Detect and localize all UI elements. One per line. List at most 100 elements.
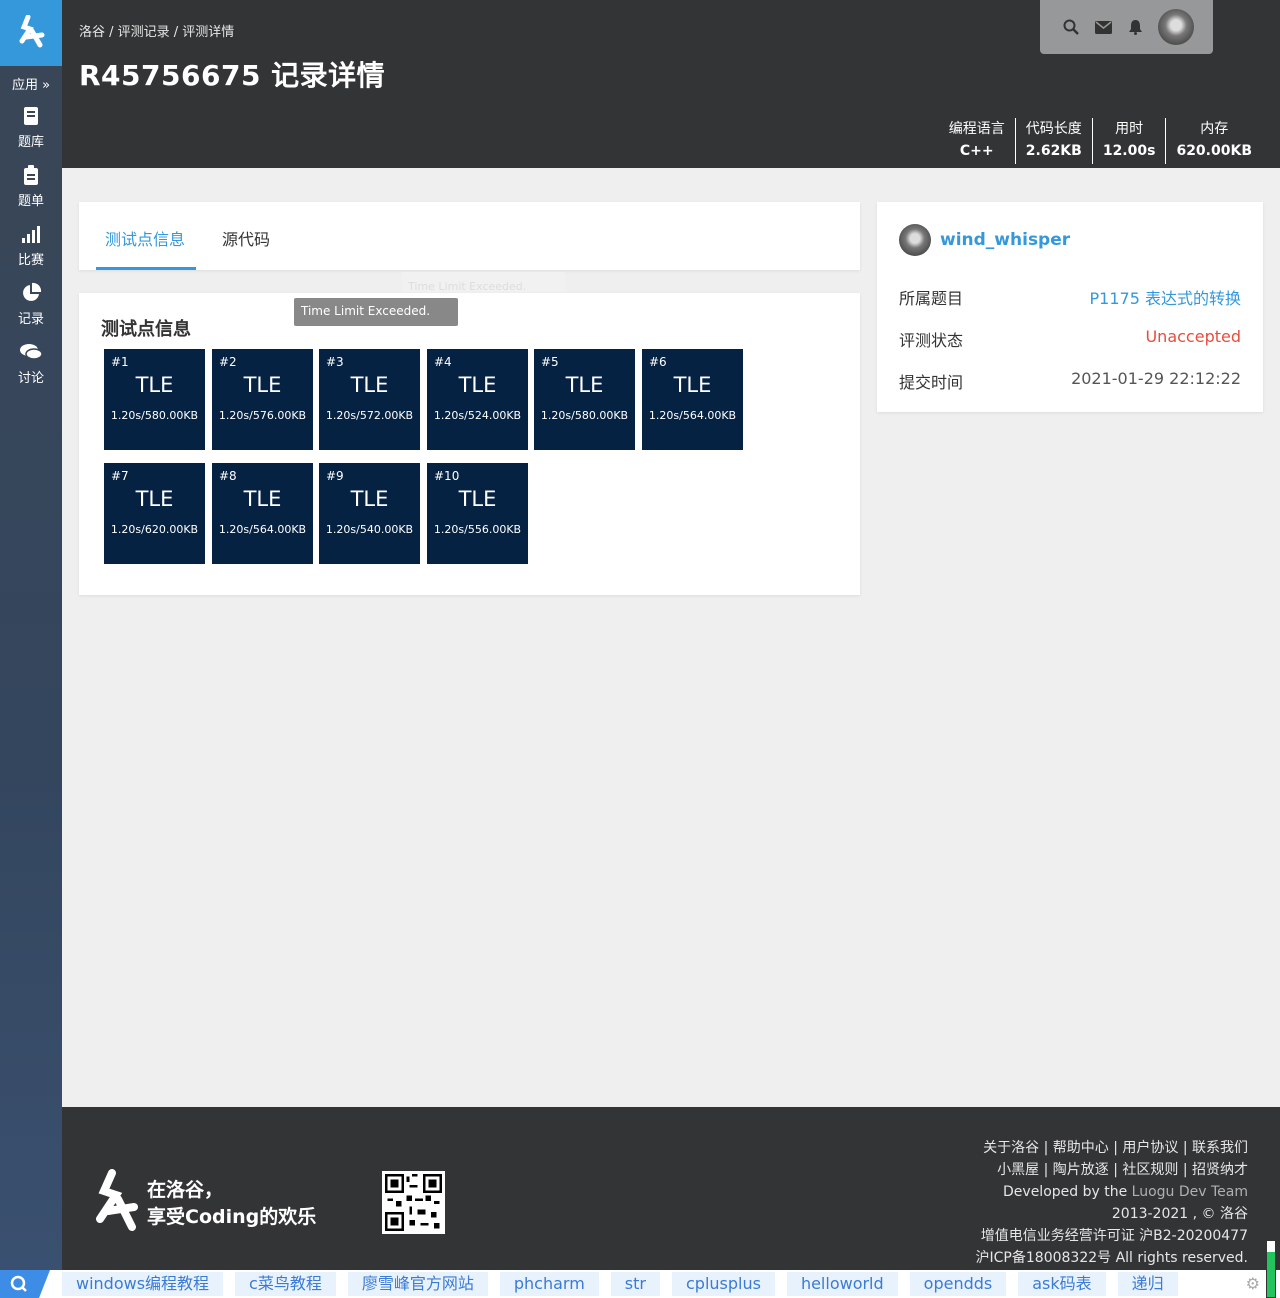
dev-team-link[interactable]: Luogu Dev Team bbox=[1132, 1184, 1248, 1200]
submitter-avatar[interactable] bbox=[899, 224, 931, 256]
search-icon[interactable] bbox=[1062, 18, 1080, 36]
footer-slogan: 在洛谷， 享受Coding的欢乐 bbox=[147, 1177, 316, 1231]
bookmark-item[interactable]: ask码表 bbox=[1018, 1272, 1106, 1296]
page-header: 洛谷 / 评测记录 / 评测详情 R45756675 记录详情 编程语言 C++… bbox=[62, 0, 1280, 168]
tab-testcases[interactable]: 测试点信息 bbox=[105, 226, 185, 250]
stat-code-length: 代码长度 2.62KB bbox=[1014, 118, 1092, 164]
submitter-username[interactable]: wind_whisper bbox=[940, 230, 1070, 250]
testcases-title: 测试点信息 bbox=[101, 319, 191, 340]
testcase-detail: 1.20s/620.00KB bbox=[110, 523, 199, 536]
bookmark-item[interactable]: c菜鸟教程 bbox=[235, 1272, 336, 1296]
sidebar-item-problems[interactable]: 题库 bbox=[0, 97, 62, 156]
testcase-box[interactable]: #1 TLE 1.20s/580.00KB bbox=[104, 349, 205, 450]
footer-links-row[interactable]: 小黑屋 | 陶片放逐 | 社区规则 | 招贤纳才 bbox=[976, 1159, 1248, 1181]
footer-developer: Developed by the Luogu Dev Team bbox=[976, 1181, 1248, 1203]
testcase-detail: 1.20s/580.00KB bbox=[110, 409, 199, 422]
testcase-detail: 1.20s/572.00KB bbox=[325, 409, 414, 422]
bookmark-item[interactable]: str bbox=[610, 1272, 660, 1296]
stat-value: 620.00KB bbox=[1176, 143, 1252, 159]
footer-license[interactable]: 增值电信业务经营许可证 沪B2-20200477 bbox=[976, 1225, 1248, 1247]
bookmark-bar: windows编程教程 c菜鸟教程 廖雪峰官方网站 phcharm str cp… bbox=[0, 1270, 1280, 1298]
testcase-box[interactable]: #5 TLE 1.20s/580.00KB bbox=[534, 349, 635, 450]
submitter[interactable]: wind_whisper bbox=[899, 224, 1070, 256]
testcase-number: #3 bbox=[326, 355, 344, 369]
info-label: 提交时间 bbox=[899, 373, 964, 392]
footer-links-row[interactable]: 关于洛谷 | 帮助中心 | 用户协议 | 联系我们 bbox=[976, 1137, 1248, 1159]
pie-chart-icon bbox=[0, 282, 62, 306]
sidebar-item-label: 记录 bbox=[17, 312, 44, 327]
luogu-logo[interactable] bbox=[0, 0, 62, 66]
bell-icon[interactable] bbox=[1126, 18, 1144, 36]
testcase-box[interactable]: #7 TLE 1.20s/620.00KB bbox=[104, 463, 205, 564]
bookmark-item[interactable]: helloworld bbox=[786, 1272, 898, 1296]
testcase-status: TLE bbox=[458, 487, 497, 511]
problem-link[interactable]: P1175 表达式的转换 bbox=[1090, 285, 1241, 309]
testcase-box[interactable]: #8 TLE 1.20s/564.00KB bbox=[212, 463, 313, 564]
testcase-number: #9 bbox=[326, 469, 344, 483]
bookmark-settings-icon[interactable]: ⚙ bbox=[1246, 1274, 1260, 1293]
sidebar-item-discuss[interactable]: 讨论 bbox=[0, 333, 62, 392]
testcase-box[interactable]: #6 TLE 1.20s/564.00KB bbox=[642, 349, 743, 450]
info-label: 评测状态 bbox=[899, 331, 964, 350]
sidebar-item-lists[interactable]: 题单 bbox=[0, 156, 62, 215]
testcase-box[interactable]: #10 TLE 1.20s/556.00KB bbox=[427, 463, 528, 564]
bookmark-item[interactable]: 递归 bbox=[1117, 1272, 1178, 1296]
testcase-tooltip: Time Limit Exceeded. bbox=[294, 298, 458, 326]
sidebar-item-contests[interactable]: 比赛 bbox=[0, 215, 62, 274]
mail-icon[interactable] bbox=[1094, 18, 1112, 36]
testcase-box[interactable]: #2 TLE 1.20s/576.00KB bbox=[212, 349, 313, 450]
page-footer: 在洛谷， 享受Coding的欢乐 关于洛谷 | 帮助中心 | 用户协议 | 联系… bbox=[62, 1107, 1280, 1270]
stat-key: 编程语言 bbox=[948, 121, 1005, 137]
status-value: Unaccepted bbox=[1145, 327, 1241, 346]
bookmark-item[interactable]: cplusplus bbox=[671, 1272, 775, 1296]
record-info-card: wind_whisper 所属题目 P1175 表达式的转换 评测状态 Unac… bbox=[877, 202, 1263, 412]
sidebar-item-records[interactable]: 记录 bbox=[0, 274, 62, 333]
testcase-number: #1 bbox=[111, 355, 129, 369]
tab-source-code[interactable]: 源代码 bbox=[222, 226, 270, 250]
bookmark-item[interactable]: 廖雪峰官方网站 bbox=[347, 1272, 488, 1296]
bookmark-item[interactable]: windows编程教程 bbox=[62, 1272, 224, 1296]
testcase-box[interactable]: #4 TLE 1.20s/524.00KB bbox=[427, 349, 528, 450]
testcase-status: TLE bbox=[673, 373, 712, 397]
stat-language: 编程语言 C++ bbox=[939, 118, 1015, 164]
testcase-number: #8 bbox=[219, 469, 237, 483]
testcase-box[interactable]: #3 TLE 1.20s/572.00KB bbox=[319, 349, 420, 450]
testcase-status: TLE bbox=[458, 373, 497, 397]
testcase-detail: 1.20s/540.00KB bbox=[325, 523, 414, 536]
bookmark-item[interactable]: phcharm bbox=[499, 1272, 599, 1296]
bookmark-item[interactable]: opendds bbox=[909, 1272, 1007, 1296]
breadcrumb[interactable]: 洛谷 / 评测记录 / 评测详情 bbox=[79, 21, 234, 40]
testcase-number: #5 bbox=[541, 355, 559, 369]
stat-key: 代码长度 bbox=[1025, 121, 1082, 137]
testcase-number: #2 bbox=[219, 355, 237, 369]
stat-value: C++ bbox=[959, 143, 994, 159]
luogu-logo-icon bbox=[19, 15, 45, 48]
record-stats: 编程语言 C++ 代码长度 2.62KB 用时 12.00s 内存 620.00… bbox=[939, 118, 1262, 164]
browser-start-button[interactable] bbox=[0, 1270, 50, 1298]
testcase-status: TLE bbox=[350, 373, 389, 397]
user-avatar[interactable] bbox=[1158, 9, 1194, 45]
qr-code bbox=[382, 1171, 445, 1234]
browser-search-icon bbox=[10, 1275, 27, 1292]
developer-text: Developed by the bbox=[1003, 1184, 1132, 1200]
book-icon bbox=[0, 105, 62, 129]
footer-icp[interactable]: 沪ICP备18008322号 All rights reserved. bbox=[976, 1247, 1248, 1269]
stat-key: 内存 bbox=[1200, 121, 1229, 137]
battery-indicator bbox=[1266, 1240, 1276, 1298]
user-nav bbox=[1040, 0, 1213, 54]
testcase-status: TLE bbox=[135, 373, 174, 397]
footer-logo-icon bbox=[92, 1169, 138, 1239]
testcase-box[interactable]: #9 TLE 1.20s/540.00KB bbox=[319, 463, 420, 564]
testcase-detail: 1.20s/576.00KB bbox=[218, 409, 307, 422]
sidebar-apps-toggle[interactable]: 应用 » bbox=[0, 66, 62, 97]
testcase-detail: 1.20s/556.00KB bbox=[433, 523, 522, 536]
tabs-card: 测试点信息 源代码 bbox=[79, 202, 860, 270]
testcase-number: #6 bbox=[649, 355, 667, 369]
info-row-status: 评测状态 Unaccepted bbox=[899, 327, 1241, 351]
footer-copyright: 2013-2021 , © 洛谷 bbox=[1111, 1206, 1248, 1222]
sidebar: 应用 » 题库 题单 比赛 记录 讨论 bbox=[0, 0, 62, 1270]
stat-value: 12.00s bbox=[1102, 143, 1156, 159]
page-title: R45756675 记录详情 bbox=[79, 59, 386, 92]
sidebar-item-label: 题单 bbox=[17, 194, 44, 209]
clipboard-icon bbox=[0, 164, 62, 188]
